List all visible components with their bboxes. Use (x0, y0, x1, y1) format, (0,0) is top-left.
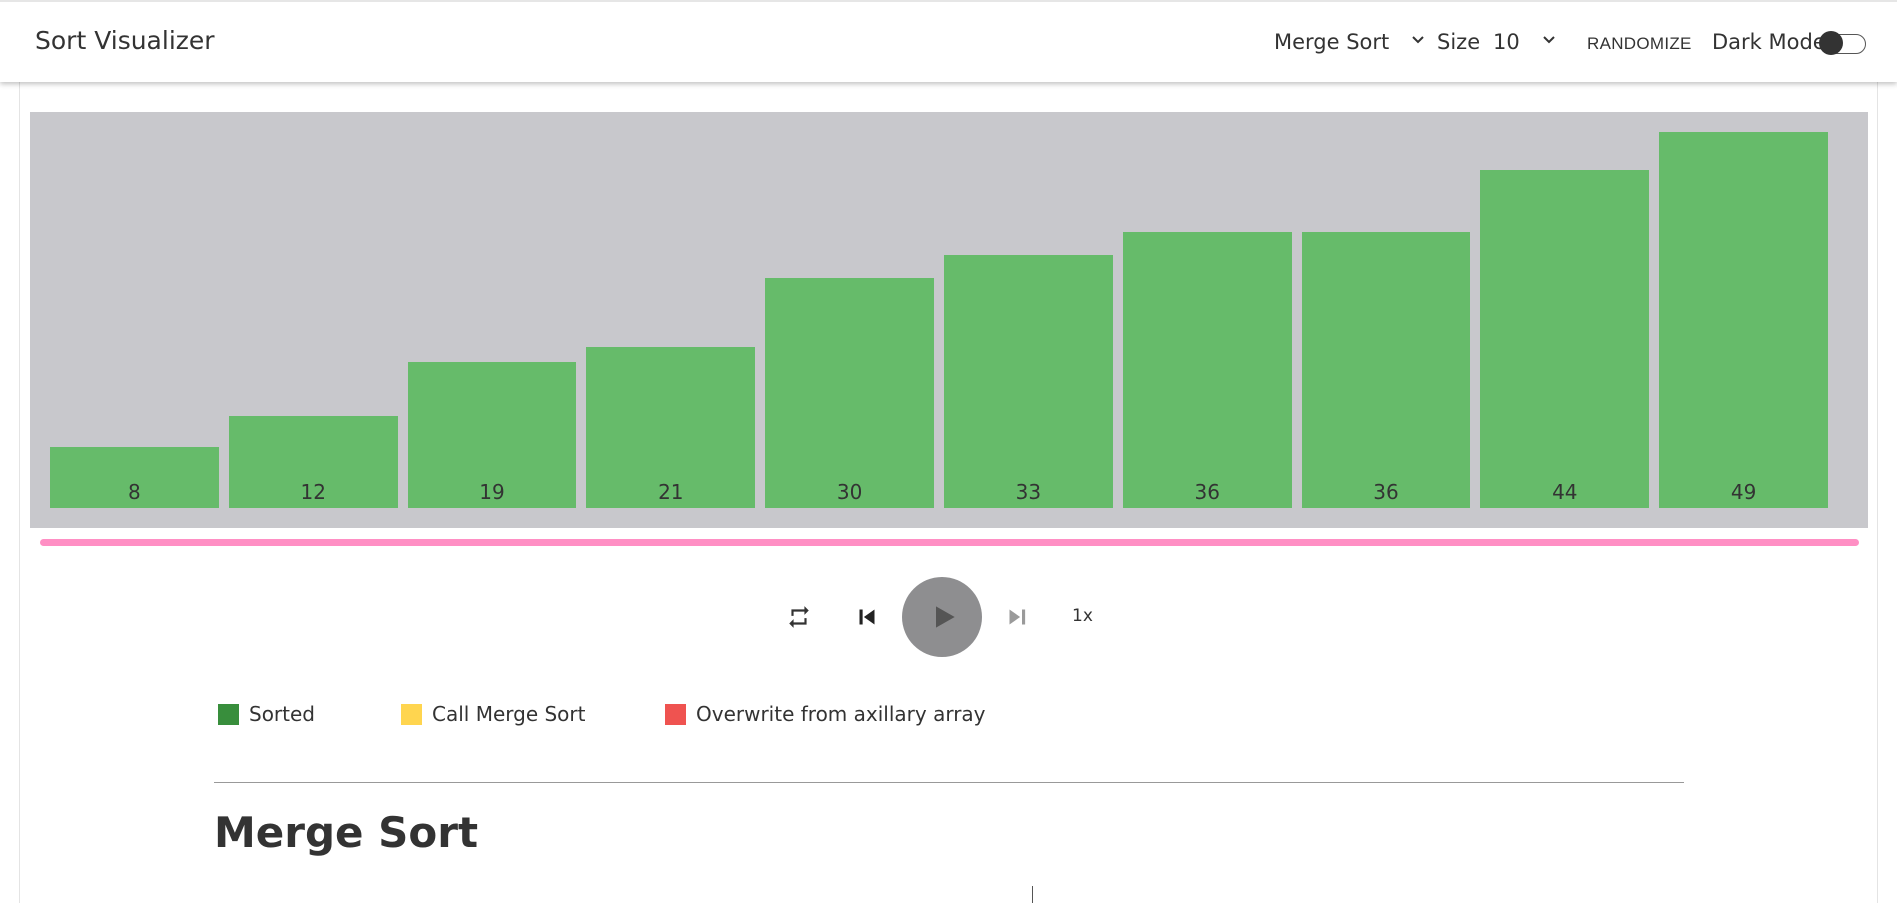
chart-bar: 21 (586, 347, 756, 508)
app-bar: Sort Visualizer Merge Sort Size 10 RANDO… (0, 0, 1897, 82)
chart-bar: 36 (1301, 232, 1471, 508)
algorithm-select[interactable]: Merge Sort (1274, 30, 1425, 54)
bar-value-label: 12 (300, 480, 326, 504)
sort-chart: 8 12 19 21 30 33 36 36 44 49 (30, 112, 1868, 528)
playback-speed[interactable]: 1x (1072, 606, 1093, 626)
randomize-button[interactable]: RANDOMIZE (1587, 34, 1692, 54)
chart-bar: 30 (765, 278, 934, 508)
bar-value-label: 44 (1552, 480, 1578, 504)
legend-swatch (218, 703, 239, 725)
bar-value-label: 36 (1194, 480, 1220, 504)
chart-bar: 12 (228, 416, 398, 508)
play-button[interactable] (902, 577, 982, 657)
next-step-button[interactable] (1002, 602, 1032, 636)
chart-bar: 49 (1659, 132, 1828, 508)
toggle-knob (1819, 31, 1843, 55)
content-border-right (1877, 82, 1878, 903)
legend-item-sorted: Sorted (218, 702, 315, 726)
size-select-value: 10 (1493, 30, 1520, 54)
bar-value-label: 19 (479, 480, 505, 504)
chart-bar: 33 (944, 255, 1113, 508)
play-icon (928, 601, 960, 637)
repeat-button[interactable] (786, 604, 812, 634)
repeat-icon (786, 606, 812, 634)
content-border-left (19, 82, 20, 903)
divider (214, 782, 1684, 783)
legend-label: Sorted (249, 702, 315, 726)
bar-value-label: 30 (836, 480, 863, 504)
legend-item-call-merge-sort: Call Merge Sort (401, 702, 585, 726)
chevron-down-icon (1411, 33, 1425, 49)
legend-swatch (665, 703, 686, 725)
legend-label: Overwrite from axillary array (696, 702, 986, 726)
bar-value-label: 33 (1015, 480, 1042, 504)
skip-previous-icon (852, 609, 882, 636)
bar-value-label: 8 (128, 480, 141, 504)
section-title: Merge Sort (214, 808, 479, 857)
text-cursor (1032, 886, 1033, 903)
size-label: Size (1437, 30, 1481, 54)
dark-mode-toggle[interactable] (1819, 31, 1866, 55)
dark-mode-label: Dark Mode (1712, 30, 1826, 54)
chart-bar: 44 (1480, 170, 1650, 508)
algorithm-select-value: Merge Sort (1274, 30, 1390, 54)
chart-bar: 36 (1122, 232, 1292, 508)
legend-item-overwrite: Overwrite from axillary array (665, 702, 986, 726)
bar-value-label: 49 (1730, 480, 1757, 504)
chevron-down-icon (1542, 33, 1556, 49)
skip-next-icon (1002, 609, 1032, 636)
chart-bar: 8 (50, 447, 219, 508)
chart-bar: 19 (407, 362, 577, 508)
legend-label: Call Merge Sort (432, 702, 586, 726)
size-select[interactable]: 10 (1493, 30, 1556, 54)
legend-swatch (401, 703, 422, 725)
bar-value-label: 21 (658, 480, 684, 504)
bar-value-label: 36 (1373, 480, 1399, 504)
progress-bar[interactable] (40, 539, 1859, 546)
previous-step-button[interactable] (852, 602, 882, 636)
app-title: Sort Visualizer (35, 26, 215, 55)
